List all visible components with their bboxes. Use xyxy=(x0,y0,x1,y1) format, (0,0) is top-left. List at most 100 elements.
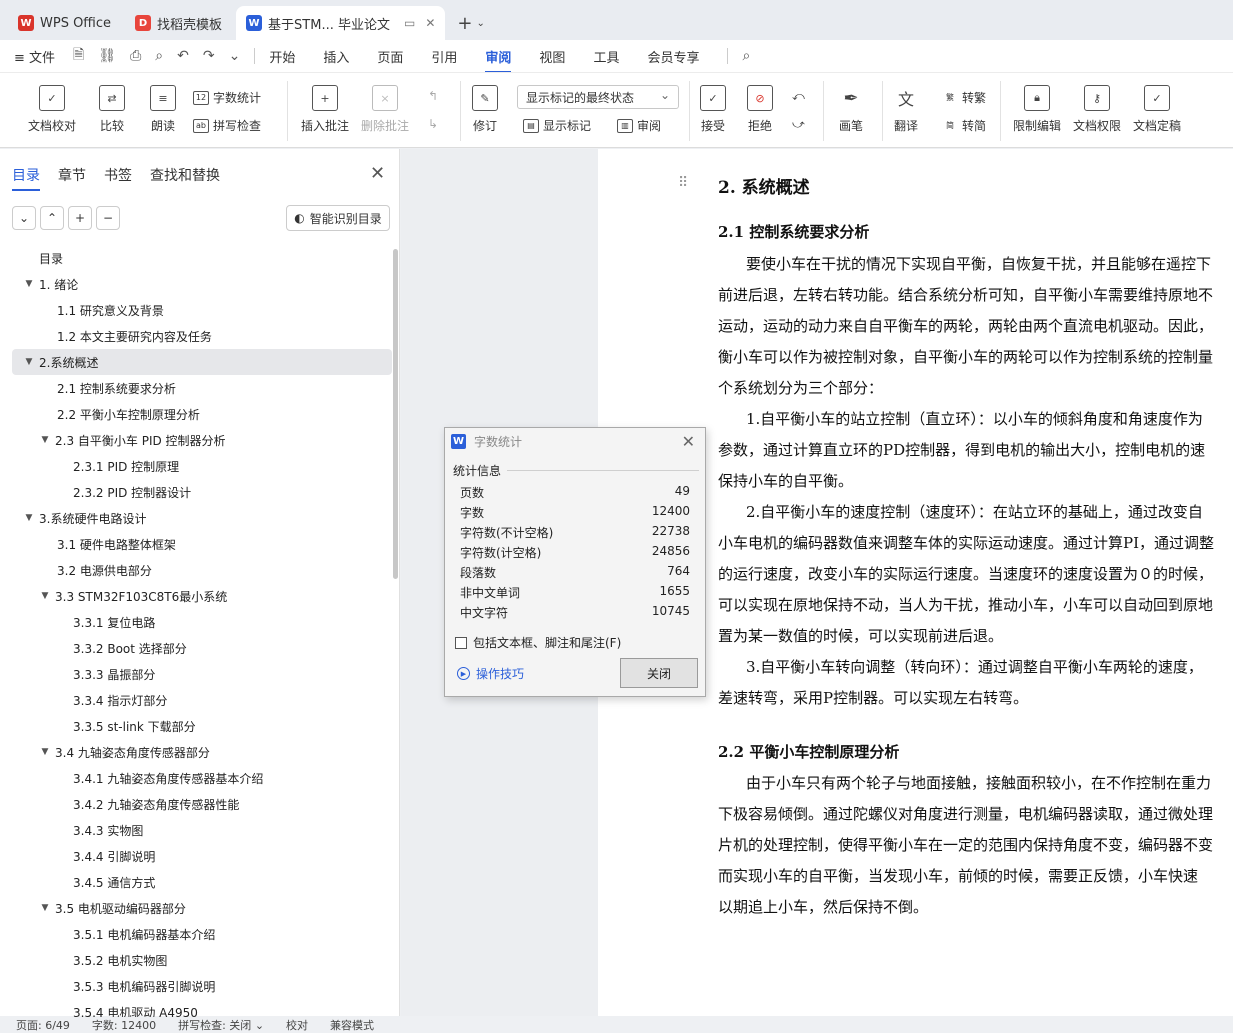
undo-icon[interactable]: ↶ xyxy=(177,48,189,64)
save-icon[interactable]: 🗎 xyxy=(73,44,84,68)
toc-item[interactable]: 3.4.3 实物图 xyxy=(12,817,392,843)
doc-finalize-button[interactable]: ✓ 文档定稿 xyxy=(1133,85,1181,134)
markup-state-select[interactable]: 显示标记的最终状态 ⌄ xyxy=(517,85,679,109)
toc-item[interactable]: 目录 xyxy=(12,245,392,271)
insert-comment-button[interactable]: + 插入批注 xyxy=(301,85,349,134)
expand-down-button[interactable]: ⌄ xyxy=(12,206,36,230)
expand-toggle-icon[interactable]: ▼ xyxy=(22,357,36,367)
toc-item[interactable]: ▼ 1. 绪论 xyxy=(12,271,392,297)
toc-item[interactable]: 1.1 研究意义及背景 xyxy=(12,297,392,323)
to-simplified-button[interactable]: 简转简 xyxy=(942,117,986,134)
menu-reference[interactable]: 引用 xyxy=(431,47,457,66)
toc-item[interactable]: 3.1 硬件电路整体框架 xyxy=(12,531,392,557)
menu-start[interactable]: 开始 xyxy=(269,47,295,66)
doc-check-button[interactable]: ✓ 文档校对 xyxy=(28,85,76,134)
toc-item[interactable]: 2.2 平衡小车控制原理分析 xyxy=(12,401,392,427)
tab-document[interactable]: W 基于STM... 毕业论文 ▭ ✕ xyxy=(236,6,446,40)
tab-toc[interactable]: 目录 xyxy=(12,165,40,191)
more-chevron-icon[interactable]: ⌄ xyxy=(229,48,241,64)
toc-item[interactable]: 3.3.2 Boot 选择部分 xyxy=(12,635,392,661)
toc-item[interactable]: 3.4.5 通信方式 xyxy=(12,869,392,895)
next-revision-icon[interactable]: ⤻ xyxy=(792,117,805,132)
read-aloud-button[interactable]: ≡ 朗读 xyxy=(150,85,176,134)
expand-toggle-icon[interactable]: ▼ xyxy=(22,279,36,289)
toc-item[interactable]: 3.3.4 指示灯部分 xyxy=(12,687,392,713)
menu-member[interactable]: 会员专享 xyxy=(647,47,699,66)
include-textbox-checkbox[interactable]: 包括文本框、脚注和尾注(F) xyxy=(455,634,621,651)
smart-toc-button[interactable]: ◐ 智能识别目录 xyxy=(286,205,390,231)
toc-item[interactable]: ▼ 2.系统概述 xyxy=(12,349,392,375)
remove-heading-button[interactable]: − xyxy=(96,206,120,230)
toc-item[interactable]: ▼ 3.4 九轴姿态角度传感器部分 xyxy=(12,739,392,765)
menu-view[interactable]: 视图 xyxy=(539,47,565,66)
redo-icon[interactable]: ↷ xyxy=(203,48,215,64)
word-count-indicator[interactable]: 字数: 12400 xyxy=(92,1017,156,1033)
print-icon[interactable]: ⎙ xyxy=(130,48,141,64)
tab-chapters[interactable]: 章节 xyxy=(58,165,86,185)
menu-page[interactable]: 页面 xyxy=(377,47,403,66)
toc-item[interactable]: 3.5.2 电机实物图 xyxy=(12,947,392,973)
prev-comment-icon[interactable]: ↰ xyxy=(428,89,438,103)
toc-item[interactable]: ▼ 3.5 电机驱动编码器部分 xyxy=(12,895,392,921)
checkbox-box[interactable] xyxy=(455,636,467,649)
close-icon[interactable]: ✕ xyxy=(682,432,695,451)
menu-insert[interactable]: 插入 xyxy=(323,47,349,66)
search-icon[interactable]: ⌕ xyxy=(742,48,750,64)
add-heading-button[interactable]: + xyxy=(68,206,92,230)
window-icon[interactable]: ▭ xyxy=(404,16,415,30)
toc-item[interactable]: 3.4.4 引脚说明 xyxy=(12,843,392,869)
spell-check-button[interactable]: ab 拼写检查 xyxy=(193,117,261,134)
expand-toggle-icon[interactable]: ▼ xyxy=(38,435,52,445)
accept-button[interactable]: ✓ 接受 xyxy=(700,85,726,134)
next-comment-icon[interactable]: ↳ xyxy=(428,117,438,131)
scrollbar-thumb[interactable] xyxy=(393,249,398,579)
delete-comment-button[interactable]: × 删除批注 xyxy=(361,85,409,134)
toc-item[interactable]: 3.3.5 st-link 下载部分 xyxy=(12,713,392,739)
toc-item[interactable]: 3.3.3 晶振部分 xyxy=(12,661,392,687)
page-indicator[interactable]: 页面: 6/49 xyxy=(16,1017,70,1033)
tips-link[interactable]: ▶ 操作技巧 xyxy=(457,665,524,682)
toc-item[interactable]: 2.3.1 PID 控制原理 xyxy=(12,453,392,479)
prev-revision-icon[interactable]: ⤺ xyxy=(792,89,805,104)
tab-wps-office[interactable]: W WPS Office xyxy=(8,6,121,40)
toc-item[interactable]: 3.2 电源供电部分 xyxy=(12,557,392,583)
translate-button[interactable]: 文翻译 xyxy=(893,85,919,134)
collapse-up-button[interactable]: ⌃ xyxy=(40,206,64,230)
expand-toggle-icon[interactable]: ▼ xyxy=(22,513,36,523)
toc-item[interactable]: 3.4.2 九轴姿态角度传感器性能 xyxy=(12,791,392,817)
toc-item[interactable]: 2.3.2 PID 控制器设计 xyxy=(12,479,392,505)
tab-docer[interactable]: D 找稻壳模板 xyxy=(125,6,232,40)
toc-item[interactable]: 3.3.1 复位电路 xyxy=(12,609,392,635)
chevron-down-icon[interactable]: ⌄ xyxy=(477,18,485,29)
toc-item[interactable]: 3.4.1 九轴姿态角度传感器基本介绍 xyxy=(12,765,392,791)
new-tab-button[interactable]: + ⌄ xyxy=(449,6,492,40)
reject-button[interactable]: ⊘ 拒绝 xyxy=(747,85,773,134)
toc-item[interactable]: 3.5.3 电机编码器引脚说明 xyxy=(12,973,392,999)
toc-item[interactable]: ▼ 3.系统硬件电路设计 xyxy=(12,505,392,531)
dialog-titlebar[interactable]: W 字数统计 xyxy=(445,428,705,454)
share-icon[interactable]: ⛓ xyxy=(98,48,116,64)
toc-item[interactable]: 3.5.1 电机编码器基本介绍 xyxy=(12,921,392,947)
toc-item[interactable]: 1.2 本文主要研究内容及任务 xyxy=(12,323,392,349)
show-markup-button[interactable]: ▤ 显示标记 xyxy=(523,117,591,134)
menu-review[interactable]: 审阅 xyxy=(485,47,512,73)
expand-toggle-icon[interactable]: ▼ xyxy=(38,903,52,913)
proof-indicator[interactable]: 校对 xyxy=(286,1017,308,1033)
close-tab-icon[interactable]: ✕ xyxy=(425,16,435,30)
toc-item[interactable]: 2.1 控制系统要求分析 xyxy=(12,375,392,401)
doc-permission-button[interactable]: ⚷ 文档权限 xyxy=(1073,85,1121,134)
toc-item[interactable]: ▼ 3.3 STM32F103C8T6最小系统 xyxy=(12,583,392,609)
tab-find-replace[interactable]: 查找和替换 xyxy=(150,165,220,185)
expand-toggle-icon[interactable]: ▼ xyxy=(38,747,52,757)
expand-toggle-icon[interactable]: ▼ xyxy=(38,591,52,601)
tab-bookmarks[interactable]: 书签 xyxy=(104,165,132,185)
compare-button[interactable]: ⇄ 比较 xyxy=(99,85,125,134)
toc-item[interactable]: ▼ 2.3 自平衡小车 PID 控制器分析 xyxy=(12,427,392,453)
pen-button[interactable]: ✒ 画笔 xyxy=(838,85,864,134)
revise-button[interactable]: ✎ 修订 xyxy=(472,85,498,134)
drag-handle-icon[interactable]: ⠿ xyxy=(678,175,688,191)
to-traditional-button[interactable]: 繁转繁 xyxy=(942,89,986,106)
menu-tools[interactable]: 工具 xyxy=(593,47,619,66)
close-icon[interactable]: ✕ xyxy=(370,163,385,184)
review-pane-button[interactable]: ▥ 审阅 xyxy=(617,117,661,134)
